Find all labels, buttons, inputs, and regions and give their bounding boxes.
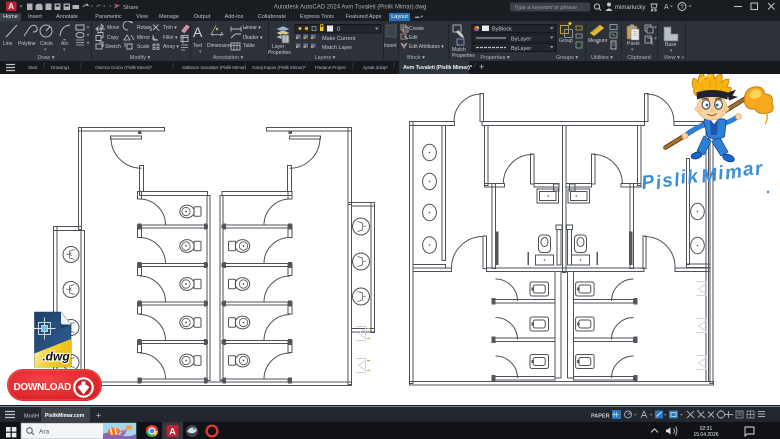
svg-text:DOWNLOAD: DOWNLOAD: [14, 382, 72, 393]
svg-text:Model: Model: [24, 414, 39, 420]
svg-text:Match Layer: Match Layer: [322, 45, 352, 51]
svg-text:PislikMimar.com: PislikMimar.com: [45, 413, 85, 419]
svg-text:Share: Share: [123, 5, 138, 11]
svg-text:mimarlucky: mimarlucky: [615, 5, 645, 11]
svg-text:Type a keyword or phrase: Type a keyword or phrase: [514, 5, 577, 11]
svg-text:+: +: [96, 411, 101, 421]
svg-text:A: A: [8, 2, 14, 11]
svg-text:ByLayer: ByLayer: [511, 46, 531, 52]
svg-text:Autodesk AutoCAD 2024 Avm T: Autodesk AutoCAD 2024 Avm Tuvaleti (Pisl…: [274, 5, 427, 11]
svg-text:A: A: [664, 4, 669, 11]
svg-text:15.04.2026: 15.04.2026: [693, 432, 718, 438]
svg-text:Make Current: Make Current: [322, 36, 356, 42]
svg-text:ByLayer: ByLayer: [511, 37, 531, 43]
svg-text:ByBlock: ByBlock: [492, 27, 512, 33]
svg-text:A: A: [193, 24, 203, 40]
svg-text:Ara: Ara: [39, 429, 50, 436]
svg-text:PAPER: PAPER: [591, 414, 610, 420]
svg-text:.dwg: .dwg: [42, 350, 70, 364]
svg-text:PislikMimar: PislikMimar: [640, 156, 765, 196]
svg-text:A: A: [169, 427, 176, 437]
